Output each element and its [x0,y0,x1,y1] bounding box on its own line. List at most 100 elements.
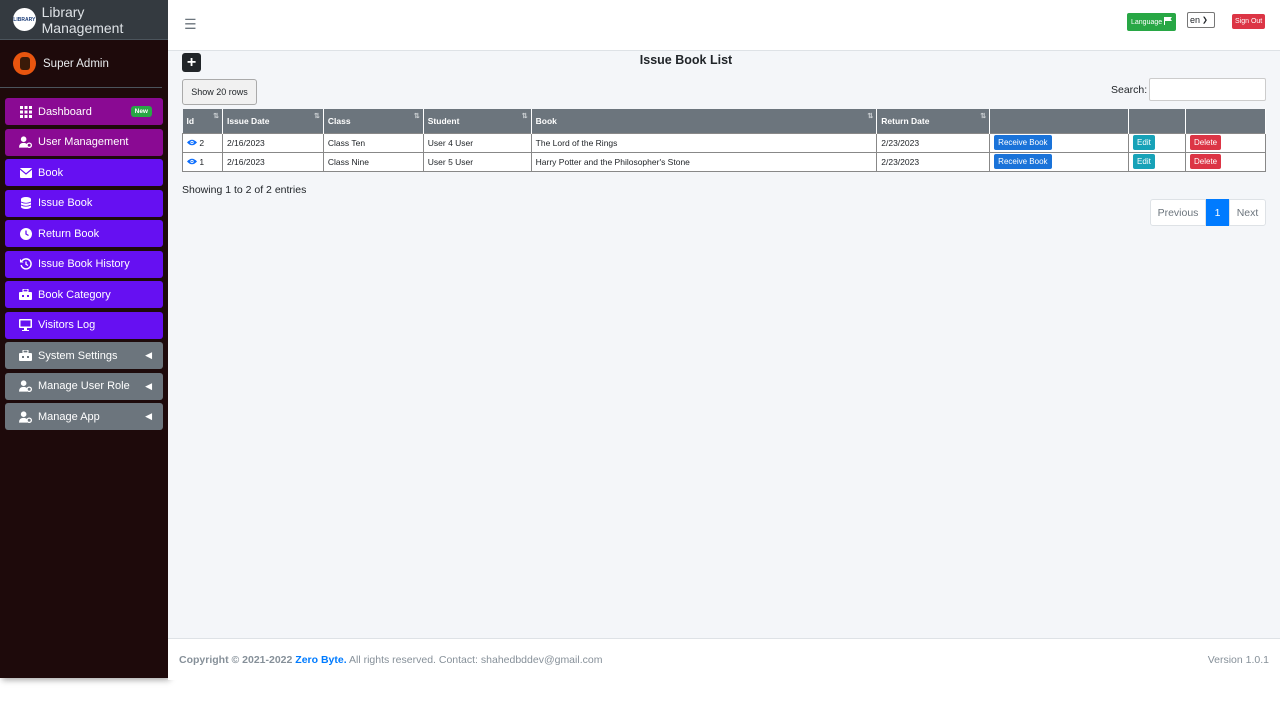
brand-link[interactable]: LIBRARY Library Management [0,0,168,40]
toolbox-icon [19,288,32,301]
copyright-prefix: Copyright © 2021-2022 [179,654,293,666]
class-cell: Class Nine [322,151,424,172]
column-header-receive [989,109,1130,133]
language-label: Language [1131,18,1163,26]
column-header-label: Book [535,115,557,126]
hamburger-menu-icon[interactable]: ☰ [184,16,197,33]
sidebar-item-system-settings[interactable]: System Settings ◀ [5,342,163,369]
column-header-student[interactable]: Student ⇅ [423,109,532,133]
language-button[interactable]: Language [1127,13,1177,31]
version-number: 1.0.1 [1245,654,1269,666]
class-cell: Class Ten [322,132,424,153]
id-cell[interactable]: 1 [182,151,223,172]
column-header-label: Return Date [881,115,930,126]
column-header-label: Id [186,115,195,126]
chevron-left-icon: ◀ [145,380,152,391]
user-panel[interactable]: Super Admin [0,40,162,88]
grid-icon [19,105,32,118]
delete-button[interactable]: Delete [1189,135,1222,150]
sidebar-item-label: Return Book [38,227,100,240]
sidebar-item-issue-book[interactable]: Issue Book [5,189,163,217]
footer-version: Version 1.0.1 [1208,654,1269,666]
table-row: 2 2/16/2023 Class Ten User 4 User The Lo… [182,132,1267,153]
column-header-issue-date[interactable]: Issue Date ⇅ [222,109,324,133]
search-label: Search: [1111,84,1148,96]
column-header-label: Issue Date [226,115,270,126]
sidebar-item-label: User Management [38,136,129,148]
sidebar-item-label: Book [38,166,64,179]
sidebar-item-book-category[interactable]: Book Category [5,281,163,308]
user-cog-icon [19,410,32,423]
pagination-previous[interactable]: Previous [1150,199,1206,226]
column-header-edit [1128,109,1186,133]
chevron-left-icon: ◀ [145,411,152,421]
sidebar-item-return-book[interactable]: Return Book [5,220,163,247]
table-row: 1 2/16/2023 Class Nine User 5 User Harry… [182,151,1267,172]
pagination-page-1[interactable]: 1 [1206,199,1229,226]
sort-icon: ⇅ [213,113,219,120]
receive-book-button[interactable]: Receive Book [994,154,1052,169]
envelope-icon [19,166,32,179]
student-cell: User 4 User [422,132,532,153]
column-header-class[interactable]: Class ⇅ [323,109,424,133]
delete-cell: Delete [1184,151,1267,172]
footer-copyright: Copyright © 2021-2022 Zero Byte. All rig… [179,654,602,666]
language-select-value: en [1190,15,1201,25]
id-cell[interactable]: 2 [182,132,223,153]
sidebar-item-label: Book Category [38,288,111,301]
sidebar-item-manage-user-role[interactable]: Manage User Role ◀ [5,372,163,400]
brand-title: Library Management [41,3,124,36]
sign-out-button[interactable]: Sign Out [1232,14,1266,29]
pagination: Previous 1 Next [1150,199,1266,226]
sidebar-item-label: Issue Book History [38,258,130,270]
user-cog-icon [19,380,32,393]
user-cog-icon [19,136,32,149]
avatar [13,52,36,75]
eye-icon[interactable] [187,138,199,148]
database-icon [19,197,32,210]
brand-logo: LIBRARY [13,8,36,31]
issue-book-table: Id ⇅ Issue Date ⇅ Class ⇅ Student ⇅ Book ⇅ Re… [182,109,1267,172]
row-id: 1 [199,156,205,167]
sidebar-item-dashboard[interactable]: Dashboard New [5,98,163,125]
pagination-next[interactable]: Next [1229,199,1266,226]
sidebar-item-book[interactable]: Book [5,159,163,186]
sidebar-item-user-management[interactable]: User Management [5,128,163,156]
table-header-row: Id ⇅ Issue Date ⇅ Class ⇅ Student ⇅ Book ⇅ Re… [182,109,1267,133]
column-header-return-date[interactable]: Return Date ⇅ [876,109,991,133]
column-header-delete [1185,109,1267,133]
sidebar-item-label: Visitors Log [38,319,96,331]
sidebar-item-label: Dashboard [38,105,92,118]
eye-icon[interactable] [187,157,199,167]
delete-button[interactable]: Delete [1189,154,1222,169]
sidebar-item-label: Manage App [38,410,100,423]
entries-info: Showing 1 to 2 of 2 entries [182,184,307,196]
footer-brand-link[interactable]: Zero Byte. [295,654,346,666]
delete-cell: Delete [1184,132,1267,153]
edit-button[interactable]: Edit [1133,135,1155,150]
show-rows-button[interactable]: Show 20 rows [182,79,257,105]
column-header-label: Class [327,115,351,126]
page-title: Issue Book List [639,53,733,67]
version-label: Version [1207,654,1243,666]
receive-book-button[interactable]: Receive Book [994,135,1052,150]
sidebar: LIBRARY Library Management Super Admin D… [0,0,168,678]
return-date-cell: 2/23/2023 [876,132,991,153]
sidebar-item-manage-app[interactable]: Manage App ◀ [5,403,163,430]
edit-button[interactable]: Edit [1133,154,1155,169]
book-cell: Harry Potter and the Philosopher's Stone [530,151,878,172]
sidebar-nav: Dashboard New User Management Book Issue… [5,98,163,434]
sidebar-item-visitors-log[interactable]: Visitors Log [5,311,163,339]
column-header-book[interactable]: Book ⇅ [531,109,878,133]
user-name: Super Admin [43,57,109,70]
receive-cell: Receive Book [989,132,1130,153]
new-badge: New [130,106,152,117]
brand-logo-text: LIBRARY [13,16,36,23]
sort-icon: ⇅ [980,113,987,120]
return-date-cell: 2/23/2023 [876,151,991,172]
column-header-id[interactable]: Id ⇅ [182,109,223,133]
search-input[interactable] [1149,78,1266,101]
sidebar-item-issue-book-history[interactable]: Issue Book History [5,250,163,278]
language-select[interactable]: en ❯ [1187,12,1215,28]
footer: Copyright © 2021-2022 Zero Byte. All rig… [168,638,1280,680]
